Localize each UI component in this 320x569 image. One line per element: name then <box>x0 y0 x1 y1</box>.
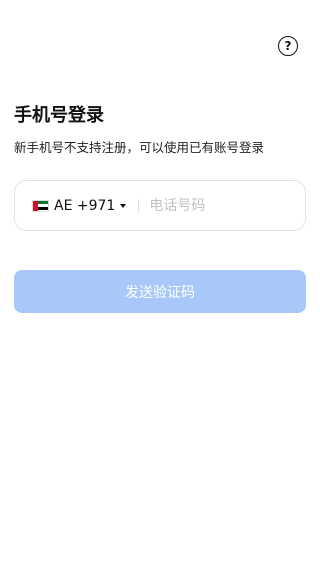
login-page: ? 手机号登录 新手机号不支持注册，可以使用已有账号登录 AE +971 发送验… <box>0 0 320 569</box>
field-divider <box>138 198 140 213</box>
login-hint-text: 新手机号不支持注册，可以使用已有账号登录 <box>14 140 265 155</box>
help-icon-glyph: ? <box>284 39 292 53</box>
help-icon[interactable]: ? <box>278 36 298 56</box>
country-code-label: AE +971 <box>54 197 116 214</box>
page-title: 手机号登录 <box>14 105 104 126</box>
ae-flag-icon <box>32 199 49 212</box>
country-code-selector[interactable]: AE +971 <box>32 181 127 230</box>
send-code-button[interactable]: 发送验证码 <box>14 270 306 313</box>
phone-number-input[interactable] <box>149 197 300 214</box>
caret-down-icon <box>120 203 127 208</box>
phone-input-container: AE +971 <box>14 180 306 231</box>
